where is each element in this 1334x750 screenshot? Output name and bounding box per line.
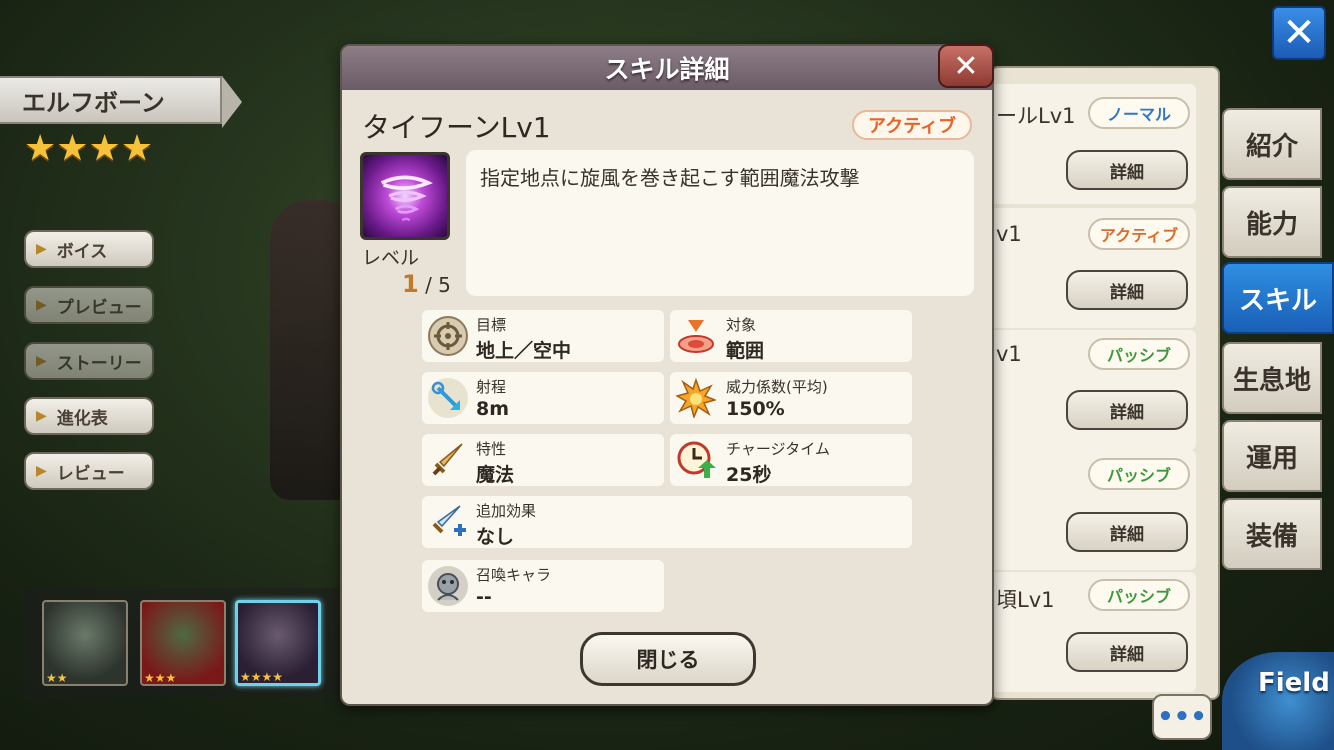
skill-row-1-detail-button[interactable]: 詳細 bbox=[1066, 150, 1188, 190]
skill-name: タイフーンLv1 bbox=[362, 111, 551, 144]
tab-equipment[interactable]: 装備 bbox=[1222, 498, 1322, 570]
ellipsis-icon: ••• bbox=[1157, 702, 1207, 732]
preview-button-label: プレビュー bbox=[56, 297, 142, 318]
story-button[interactable]: ▶ ストーリー bbox=[24, 342, 154, 380]
stat-range-label: 射程 bbox=[476, 378, 507, 396]
skill-row-1-tag: ノーマル bbox=[1088, 97, 1190, 129]
star-icon: ★★★★ bbox=[24, 128, 154, 169]
tab-skill[interactable]: スキル bbox=[1222, 262, 1334, 334]
arrow-icon: ▶ bbox=[36, 463, 47, 479]
evolution-table-button-label: 進化表 bbox=[56, 408, 108, 429]
arrow-icon: ▶ bbox=[36, 241, 47, 257]
level-max: / 5 bbox=[425, 273, 451, 297]
crosshair-icon bbox=[428, 316, 468, 356]
stat-charge-label: チャージタイム bbox=[726, 440, 830, 458]
field-label: Field bbox=[1258, 668, 1330, 698]
voice-button-label: ボイス bbox=[56, 241, 108, 262]
evolution-table-button[interactable]: ▶ 進化表 bbox=[24, 397, 154, 435]
tab-ability[interactable]: 能力 bbox=[1222, 186, 1322, 258]
tab-introduction[interactable]: 紹介 bbox=[1222, 108, 1322, 180]
tab-habitat[interactable]: 生息地 bbox=[1222, 342, 1322, 414]
arrow-range-icon bbox=[428, 378, 468, 418]
tab-usage[interactable]: 運用 bbox=[1222, 420, 1322, 492]
close-icon: ✕ bbox=[1282, 10, 1316, 56]
skill-row-2-detail-button[interactable]: 詳細 bbox=[1066, 270, 1188, 310]
stat-summon-label: 召喚キャラ bbox=[476, 566, 552, 584]
field-badge[interactable] bbox=[1222, 652, 1334, 750]
sword-icon bbox=[428, 440, 468, 480]
stat-power-label: 威力係数(平均) bbox=[726, 378, 828, 396]
close-button[interactable]: 閉じる bbox=[580, 632, 756, 686]
level-current: 1 bbox=[402, 270, 419, 298]
skill-row-1-name: ールLv1 bbox=[996, 104, 1076, 128]
thumb-stars: ★★★ bbox=[144, 671, 177, 685]
skill-row-4-tag: パッシブ bbox=[1088, 458, 1190, 490]
skill-type-tag: アクティブ bbox=[852, 110, 972, 140]
skill-row-3-tag: パッシブ bbox=[1088, 338, 1190, 370]
stat-summon-value: -- bbox=[476, 586, 492, 608]
stat-extra-effect-label: 追加効果 bbox=[476, 502, 537, 520]
stat-target-value: 地上／空中 bbox=[476, 340, 572, 362]
stat-extra-effect-value: なし bbox=[476, 526, 515, 548]
skill-row-5-detail-button[interactable]: 詳細 bbox=[1066, 632, 1188, 672]
chat-button[interactable]: ••• bbox=[1152, 694, 1212, 740]
stat-charge-value: 25秒 bbox=[726, 464, 772, 486]
screen-close-button[interactable]: ✕ bbox=[1272, 6, 1326, 60]
thumb-stars: ★★ bbox=[46, 671, 68, 685]
level-label: レベル bbox=[362, 247, 420, 269]
review-button-label: レビュー bbox=[56, 463, 125, 484]
skill-row-5-name: 頃Lv1 bbox=[996, 588, 1055, 612]
area-target-icon bbox=[676, 316, 716, 356]
evolution-thumbnail-1[interactable]: ★★ bbox=[42, 600, 128, 686]
typhoon-skill-icon bbox=[360, 152, 450, 240]
thumb-stars: ★★★★ bbox=[240, 670, 284, 684]
stat-scope-label: 対象 bbox=[726, 316, 757, 334]
dialog-close-button[interactable]: ✕ bbox=[938, 44, 994, 88]
skill-row-2-name: v1 bbox=[996, 222, 1022, 246]
stat-trait-label: 特性 bbox=[476, 440, 507, 458]
skill-row-3-detail-button[interactable]: 詳細 bbox=[1066, 390, 1188, 430]
preview-button[interactable]: ▶ プレビュー bbox=[24, 286, 154, 324]
clock-icon bbox=[676, 440, 716, 480]
stat-range-value: 8m bbox=[476, 398, 510, 420]
stat-trait-value: 魔法 bbox=[476, 464, 515, 486]
evolution-thumbnail-3[interactable]: ★★★★ bbox=[235, 600, 321, 686]
skill-description: 指定地点に旋風を巻き起こす範囲魔法攻撃 bbox=[466, 150, 974, 296]
skill-row-3-name: v1 bbox=[996, 342, 1022, 366]
close-icon: ✕ bbox=[953, 48, 979, 84]
skill-row-2-tag: アクティブ bbox=[1088, 218, 1190, 250]
stat-target-label: 目標 bbox=[476, 316, 507, 334]
explosion-icon bbox=[676, 378, 716, 418]
evolution-thumbnail-2[interactable]: ★★★ bbox=[140, 600, 226, 686]
skill-row-4-detail-button[interactable]: 詳細 bbox=[1066, 512, 1188, 552]
dialog-title: スキル詳細 bbox=[342, 46, 992, 90]
stat-scope-value: 範囲 bbox=[726, 340, 765, 362]
character-name: エルフボーン bbox=[0, 76, 242, 128]
arrow-icon: ▶ bbox=[36, 297, 47, 313]
review-button[interactable]: ▶ レビュー bbox=[24, 452, 154, 490]
level-value: 1 / 5 bbox=[402, 270, 451, 298]
skill-row-5-tag: パッシブ bbox=[1088, 579, 1190, 611]
arrow-icon: ▶ bbox=[36, 408, 47, 424]
stat-power-value: 150% bbox=[726, 398, 785, 420]
voice-button[interactable]: ▶ ボイス bbox=[24, 230, 154, 268]
story-button-label: ストーリー bbox=[56, 353, 142, 374]
arrow-icon: ▶ bbox=[36, 353, 47, 369]
summon-creature-icon bbox=[428, 566, 468, 606]
character-rarity-stars: ★★★★ bbox=[24, 131, 153, 167]
sword-plus-icon bbox=[428, 502, 468, 542]
